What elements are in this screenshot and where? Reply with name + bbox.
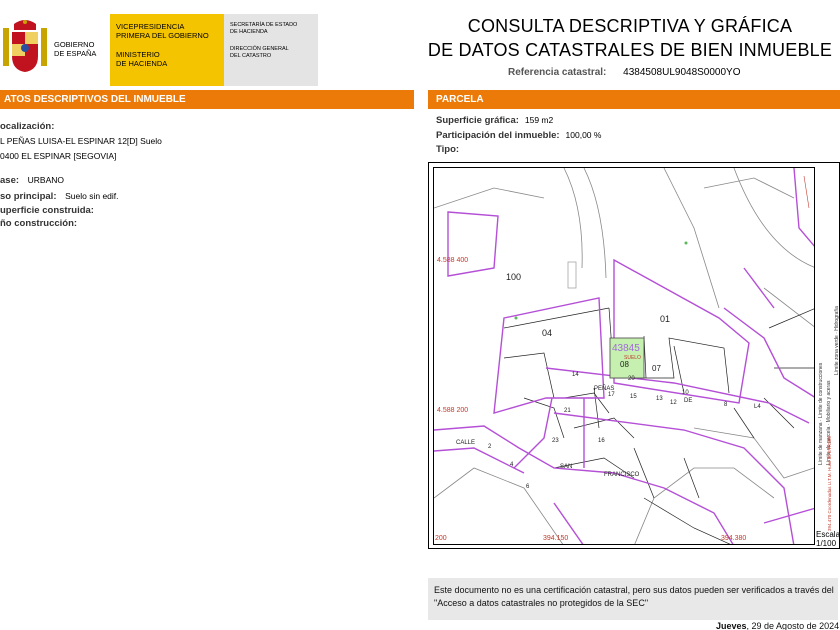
map-label-100: 100 <box>506 272 522 282</box>
date-day: Jueves <box>716 621 747 630</box>
map-label-08: 08 <box>620 360 629 369</box>
map-num-2: 2 <box>488 444 492 450</box>
descriptive-data-bar: ATOS DESCRIPTIVOS DEL INMUEBLE <box>0 90 414 109</box>
surface-label: Superficie gráfica: <box>436 115 519 126</box>
scale-label: Escala: <box>816 530 840 539</box>
ministry-block: VICEPRESIDENCIA PRIMERA DEL GOBIERNO MIN… <box>110 14 224 86</box>
type-label: Tipo: <box>436 144 460 155</box>
participation-row: Participación del inmueble: 100,00 % <box>436 128 601 143</box>
coat-of-arms-icon <box>3 20 47 72</box>
use-row: so principal: Suelo sin edif. <box>0 190 414 203</box>
map-num-10: 10 <box>682 390 689 396</box>
descriptive-data: ocalización: L PEÑAS LUISA-EL ESPINAR 12… <box>0 121 414 230</box>
ministry-line2: PRIMERA DEL GOBIERNO <box>116 31 209 40</box>
class-row: ase: URBANO <box>0 174 414 187</box>
street-san: SAN <box>560 464 573 470</box>
map-num-13: 13 <box>656 396 663 402</box>
secretaria-line2: DE HACIENDA <box>230 29 268 35</box>
gov-name: GOBIERNO DE ESPAÑA <box>54 40 96 58</box>
map-num-15: 15 <box>630 394 637 400</box>
map-num-21: 21 <box>564 408 571 414</box>
street-calle: CALLE <box>456 440 476 446</box>
map-num-17: 17 <box>608 392 615 398</box>
map-num-14: 14 <box>572 372 579 378</box>
map-label-43845: 43845 <box>612 343 640 354</box>
ministry-line1: VICEPRESIDENCIA <box>116 22 185 31</box>
date-rest: , 29 de Agosto de 2024 <box>746 621 840 630</box>
map-num-12: 12 <box>670 400 677 406</box>
document-title: CONSULTA DESCRIPTIVA Y GRÁFICA DE DATOS … <box>420 14 840 62</box>
construction-year-label: ño construcción: <box>0 218 78 229</box>
ministry-line4: DE HACIENDA <box>116 59 168 68</box>
participation-label: Participación del inmueble: <box>436 130 560 141</box>
utm-note: 394.470 Coordenadas U.T.M. Huso 30 ETRS8… <box>827 435 832 531</box>
document-date: Jueves, 29 de Agosto de 2024 <box>716 621 839 630</box>
address-line1: L PEÑAS LUISA-EL ESPINAR 12[D] Suelo <box>0 136 162 146</box>
map-num-8: 8 <box>724 402 728 408</box>
map-label-01: 01 <box>660 314 671 324</box>
title-line1: CONSULTA DESCRIPTIVA Y GRÁFICA <box>467 16 793 36</box>
parcel-bar: PARCELA <box>428 90 840 109</box>
map-legend: Límite de manzana · Límite de construcci… <box>815 163 840 548</box>
direccion-line1: DIRECCIÓN GENERAL <box>230 46 289 52</box>
coord-east-1: 394.150 <box>543 535 569 542</box>
parcel-info: Superficie gráfica: 159 m2 Participación … <box>436 113 601 157</box>
surface-row: Superficie gráfica: 159 m2 <box>436 113 601 128</box>
street-de: DE <box>684 398 693 404</box>
coord-east-0: 200 <box>435 535 447 542</box>
map-num-16: 16 <box>598 438 605 444</box>
legend-construcciones: Límite de construcciones <box>818 362 824 419</box>
map-label-07: 07 <box>652 364 661 373</box>
map-scale: Escala: 1/100 <box>816 530 840 548</box>
map-num-6: 6 <box>526 484 530 490</box>
map-num-l4: L4 <box>754 404 761 410</box>
use-label: so principal: <box>0 191 57 202</box>
address-line2: 0400 EL ESPINAR [SEGOVIA] <box>0 151 117 161</box>
use-value: Suelo sin edif. <box>65 191 119 201</box>
ref-value: 4384508UL9048S0000YO <box>623 67 741 78</box>
gov-shield-block: GOBIERNO DE ESPAÑA <box>0 14 110 86</box>
class-value: URBANO <box>27 175 65 185</box>
legend-manzana: Límite de manzana <box>818 422 824 465</box>
map-num-23: 23 <box>552 438 559 444</box>
coord-east-2: 394.380 <box>721 535 747 542</box>
map-label-04: 04 <box>542 328 553 338</box>
scale-value: 1/100 <box>816 539 837 548</box>
cadastral-map[interactable]: 100 01 04 43845 08 SUELO 07 20 PEÑAS DE … <box>428 162 840 549</box>
gov-name-line2: DE ESPAÑA <box>54 49 97 58</box>
street-francisco: FRANCISCO <box>604 472 640 478</box>
direccion-line2: DEL CATASTRO <box>230 53 272 59</box>
legend-zona-verde: Límite zona verde <box>834 335 840 375</box>
coord-north-1: 4.588 400 <box>437 257 469 264</box>
ref-label: Referencia catastral: <box>508 67 607 78</box>
type-row: Tipo: <box>436 143 601 157</box>
class-label: ase: <box>0 175 20 186</box>
map-label-suelo: SUELO <box>624 355 641 361</box>
gov-name-line1: GOBIERNO <box>54 40 95 49</box>
participation-value: 100,00 % <box>565 130 602 140</box>
map-canvas[interactable]: 100 01 04 43845 08 SUELO 07 20 PEÑAS DE … <box>433 167 815 545</box>
legend-hidrografia: Hidrografía <box>834 306 840 331</box>
map-num-4: 4 <box>510 462 514 468</box>
built-area-label: uperficie construida: <box>0 205 94 216</box>
surface-value: 159 m2 <box>524 115 554 125</box>
catastro-block: SECRETARÍA DE ESTADO DE HACIENDA DIRECCI… <box>224 14 318 86</box>
cadastral-reference: Referencia catastral: 4384508UL9048S0000… <box>508 67 741 78</box>
ministry-line3: MINISTERIO <box>116 50 160 59</box>
disclaimer-notice: Este documento no es una certificación c… <box>428 578 838 620</box>
coord-north-2: 4.588 200 <box>437 407 469 414</box>
location-label: ocalización: <box>0 121 55 132</box>
title-line2: DE DATOS CATASTRALES DE BIEN INMUEBLE <box>427 40 833 60</box>
legend-col-3: Límite zona verde · Hidrografía <box>834 306 840 375</box>
government-logo: GOBIERNO DE ESPAÑA VICEPRESIDENCIA PRIME… <box>0 14 318 86</box>
secretaria-line1: SECRETARÍA DE ESTADO <box>230 22 298 28</box>
map-label-20: 20 <box>628 376 635 382</box>
